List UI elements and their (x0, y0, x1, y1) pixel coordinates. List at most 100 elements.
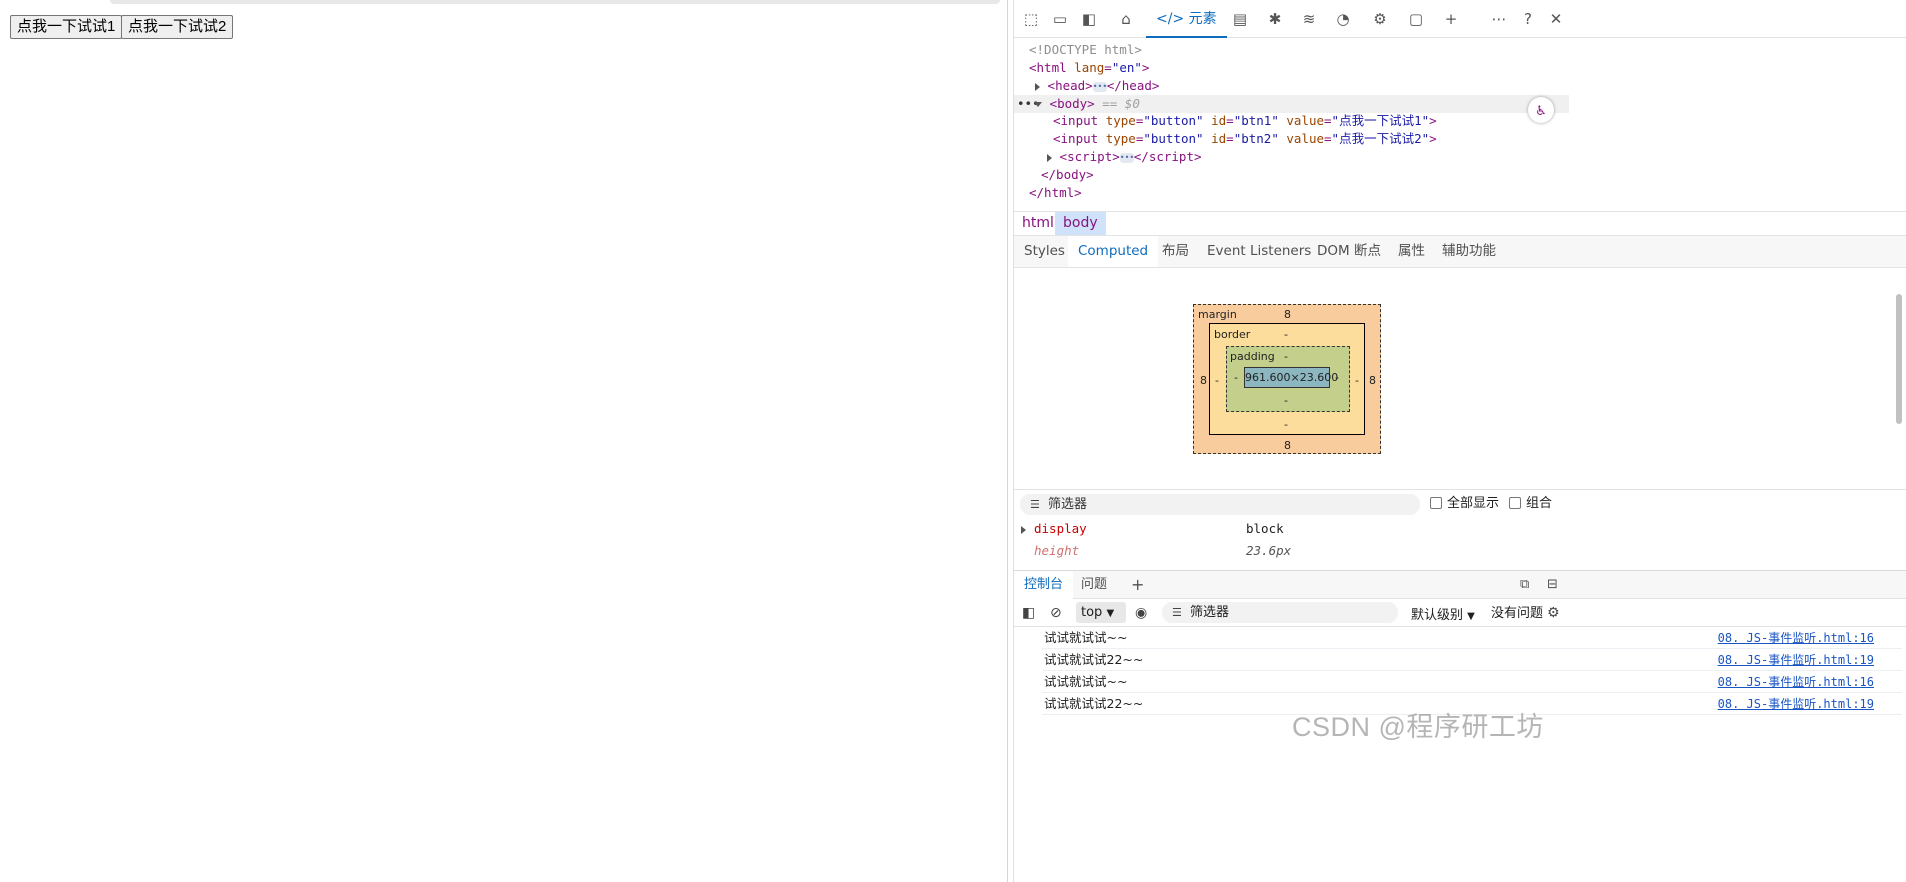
doctype-text: <!DOCTYPE html> (1029, 42, 1142, 57)
collapse-arrow-icon[interactable] (1034, 102, 1042, 107)
script-tag: script (1067, 149, 1113, 164)
show-all-checkbox[interactable]: 全部显示 (1430, 496, 1499, 512)
network-icon[interactable]: ≋ (1300, 10, 1318, 28)
box-content[interactable]: 961.600×23.600 (1244, 367, 1338, 388)
box-border[interactable]: border - - - - padding - - - - 961.600×2… (1209, 323, 1365, 435)
log-source-link[interactable]: 08. JS-事件监听.html:16 (1718, 627, 1874, 649)
console-settings-gear-icon[interactable]: ⚙ (1547, 604, 1560, 622)
selected-marker: == $0 (1102, 96, 1140, 111)
tree-input-2[interactable]: <input type="button" id="btn2" value="点我… (1053, 130, 1437, 148)
page-button-2[interactable]: 点我一下试试2 (121, 15, 234, 39)
tab-elements[interactable]: </> 元素 (1146, 0, 1227, 38)
ellipsis-icon[interactable]: ••• (1119, 152, 1134, 163)
console-icon[interactable]: ▤ (1231, 10, 1249, 28)
application-icon[interactable]: ▢ (1407, 10, 1425, 28)
tree-script[interactable]: <script>•••</script> (1047, 148, 1202, 166)
tree-input-1[interactable]: <input type="button" id="btn1" value="点我… (1053, 112, 1437, 130)
body-close-tag: </body> (1041, 167, 1094, 182)
devtools-toolbar: ⬚ ▭ ◧ ⌂ </> 元素 ▤ ✱ ≋ ◔ ⚙ ▢ + ⋯ ? ✕ (1014, 0, 1906, 38)
border-label: border (1214, 328, 1251, 341)
tab-styles[interactable]: Styles (1014, 236, 1075, 267)
tree-head[interactable]: <head>•••</head> (1035, 77, 1159, 95)
sidebar-toggle-icon[interactable]: ◧ (1022, 604, 1035, 622)
context-value: top (1081, 605, 1103, 620)
property-name: height (1034, 543, 1080, 558)
watermark: CSDN @程序研工坊 (1292, 712, 1544, 742)
accessibility-icon[interactable]: ♿ (1528, 97, 1554, 123)
html-attr-value: "en" (1111, 60, 1142, 75)
border-bottom: - (1284, 418, 1288, 431)
ellipsis-icon[interactable]: ••• (1092, 81, 1107, 92)
devtools-panel: ⬚ ▭ ◧ ⌂ </> 元素 ▤ ✱ ≋ ◔ ⚙ ▢ + ⋯ ? ✕ <!DOC… (1013, 0, 1906, 882)
box-margin[interactable]: margin 8 8 8 8 border - - - - padding - … (1193, 304, 1381, 454)
tab-accessibility[interactable]: 辅助功能 (1432, 236, 1506, 267)
live-expression-eye-icon[interactable]: ◉ (1135, 604, 1147, 622)
log-level-dropdown[interactable]: 默认级别 ▼ (1411, 604, 1475, 623)
help-icon[interactable]: ? (1519, 10, 1537, 28)
add-icon[interactable]: + (1121, 571, 1154, 599)
log-source-link[interactable]: 08. JS-事件监听.html:19 (1718, 649, 1874, 671)
performance-icon[interactable]: ◔ (1334, 10, 1352, 28)
html-close-tag: </html> (1029, 185, 1082, 200)
tab-dom-breakpoints[interactable]: DOM 断点 (1307, 236, 1391, 267)
attr-value: "点我一下试试2" (1331, 131, 1430, 146)
console-log-row: 试试就试试~~ 08. JS-事件监听.html:16 (1042, 627, 1902, 649)
expand-arrow-icon[interactable] (1035, 82, 1040, 91)
more-icon[interactable]: ⋯ (1490, 10, 1508, 28)
undock-drawer-icon[interactable]: ⧉ (1510, 571, 1539, 599)
tab-properties[interactable]: 属性 (1388, 236, 1435, 267)
padding-top: - (1284, 350, 1288, 363)
tab-computed[interactable]: Computed (1068, 236, 1159, 267)
show-all-label: 全部显示 (1447, 496, 1500, 511)
settings-gear-icon[interactable]: ⚙ (1371, 10, 1389, 28)
property-value: block (1246, 521, 1284, 536)
tree-html-close[interactable]: </html> (1029, 184, 1082, 202)
page-viewport: 点我一下试试1 点我一下试试2 (0, 0, 1008, 882)
filter-icon: ☰ (1030, 498, 1040, 511)
tree-html[interactable]: <html lang="en"> (1029, 59, 1149, 77)
drawer-tabs: 控制台 问题 + ⧉ ⊟ (1014, 571, 1906, 599)
tree-body-selected[interactable]: ••• <body> == $0 (1014, 95, 1569, 113)
expand-arrow-icon[interactable] (1021, 526, 1026, 534)
clear-console-icon[interactable]: ⊘ (1050, 604, 1062, 622)
tree-body-close[interactable]: </body> (1041, 166, 1094, 184)
dock-drawer-icon[interactable]: ⊟ (1537, 571, 1568, 599)
log-source-link[interactable]: 08. JS-事件监听.html:16 (1718, 671, 1874, 693)
console-log-row: 试试就试试22~~ 08. JS-事件监听.html:19 (1042, 649, 1902, 671)
computed-filter-input[interactable]: ☰ 筛选器 (1020, 494, 1420, 515)
device-icon[interactable]: ▭ (1051, 10, 1069, 28)
page-button-1[interactable]: 点我一下试试1 (10, 15, 123, 39)
expand-arrow-icon[interactable] (1047, 153, 1052, 162)
property-row[interactable]: display block (1014, 518, 1894, 540)
property-row[interactable]: height 23.6px (1014, 540, 1894, 562)
attr-name: value (1286, 131, 1325, 146)
box-padding[interactable]: padding - - - - 961.600×23.600 (1226, 346, 1350, 412)
inspect-icon[interactable]: ⬚ (1022, 10, 1040, 28)
breadcrumb-body[interactable]: body (1055, 212, 1106, 235)
html-attr-name: lang (1074, 60, 1105, 75)
tab-layout[interactable]: 布局 (1152, 236, 1199, 267)
console-filter-input[interactable]: ☰ 筛选器 (1162, 602, 1398, 623)
tree-doctype[interactable]: <!DOCTYPE html> (1029, 41, 1142, 59)
console-toolbar: ◧ ⊘ top ▼ ◉ ☰ 筛选器 默认级别 ▼ 没有问题 ⚙ (1014, 599, 1906, 627)
filter-icon: ☰ (1172, 606, 1182, 619)
tab-event-listeners[interactable]: Event Listeners (1197, 236, 1321, 267)
computed-properties: display block height 23.6px (1014, 517, 1906, 569)
tab-console[interactable]: 控制台 (1014, 571, 1074, 599)
scrollbar-thumb[interactable] (1896, 294, 1902, 424)
margin-left: 8 (1200, 374, 1207, 387)
dock-icon[interactable]: ◧ (1080, 10, 1098, 28)
close-icon[interactable]: ✕ (1547, 10, 1565, 28)
add-icon[interactable]: + (1442, 10, 1460, 28)
bug-icon[interactable]: ✱ (1266, 10, 1284, 28)
computed-scrollbar[interactable] (1892, 276, 1906, 566)
log-source-link[interactable]: 08. JS-事件监听.html:19 (1718, 693, 1874, 715)
home-icon[interactable]: ⌂ (1117, 10, 1135, 28)
log-message: 试试就试试22~~ (1044, 696, 1144, 711)
context-selector[interactable]: top ▼ (1076, 602, 1126, 623)
margin-bottom: 8 (1284, 439, 1291, 452)
tab-issues[interactable]: 问题 (1071, 571, 1117, 599)
group-checkbox[interactable]: 组合 (1509, 496, 1552, 512)
filter-placeholder: 筛选器 (1048, 497, 1088, 512)
attr-name: value (1286, 113, 1325, 128)
